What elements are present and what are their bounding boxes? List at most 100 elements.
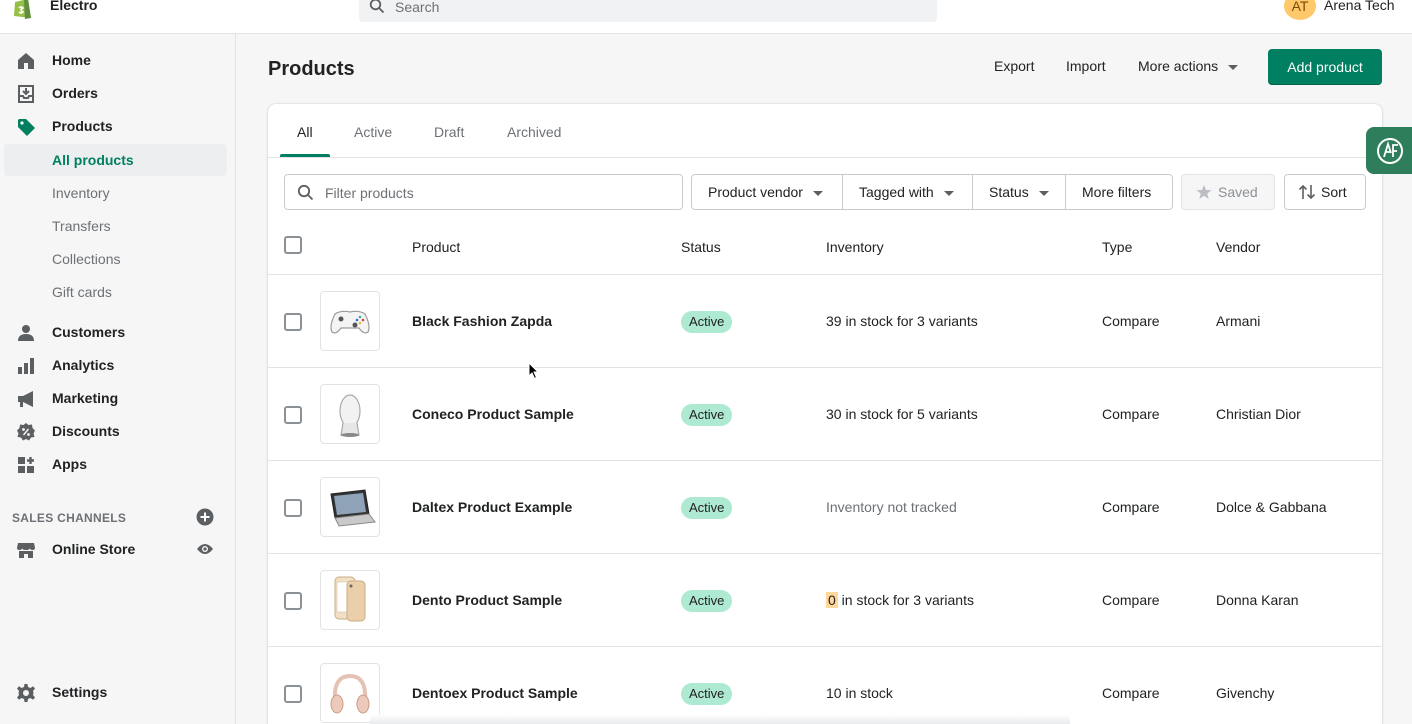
more-actions-label: More actions bbox=[1138, 58, 1219, 74]
sidebar-subitem-label: Transfers bbox=[52, 218, 111, 234]
tab-all[interactable]: All bbox=[297, 124, 313, 140]
select-all-checkbox[interactable] bbox=[284, 236, 302, 254]
product-name[interactable]: Black Fashion Zapda bbox=[412, 313, 552, 329]
tab-active[interactable]: Active bbox=[354, 124, 392, 140]
sidebar-item-gift-cards[interactable]: Gift cards bbox=[4, 276, 227, 308]
sales-channels-heading: SALES CHANNELS bbox=[12, 511, 127, 525]
sidebar-item-label: Products bbox=[52, 118, 113, 134]
filter-products-field[interactable] bbox=[284, 174, 683, 210]
table-row[interactable]: Dento Product Sample Active 0 in stock f… bbox=[268, 554, 1382, 647]
column-header-type[interactable]: Type bbox=[1102, 239, 1132, 255]
sidebar-item-label: Discounts bbox=[52, 423, 120, 439]
sidebar-item-label: Settings bbox=[52, 684, 108, 700]
inventory-text: 39 in stock for 3 variants bbox=[826, 313, 978, 329]
global-search[interactable]: Search bbox=[359, 0, 937, 22]
sidebar-item-home[interactable]: Home bbox=[0, 44, 236, 76]
sidebar-item-transfers[interactable]: Transfers bbox=[4, 210, 227, 242]
sidebar-item-all-products[interactable]: All products bbox=[4, 144, 227, 176]
status-tabs: All Active Draft Archived bbox=[268, 104, 1382, 158]
import-button[interactable]: Import bbox=[1066, 58, 1106, 74]
megaphone-icon bbox=[18, 391, 33, 407]
product-vendor-label: Product vendor bbox=[708, 184, 803, 200]
product-name[interactable]: Coneco Product Sample bbox=[412, 406, 574, 422]
product-name[interactable]: Dento Product Sample bbox=[412, 592, 562, 608]
table-header: Product Status Inventory Type Vendor bbox=[268, 224, 1382, 275]
status-filter-button[interactable]: Status bbox=[972, 174, 1066, 210]
sidebar-item-settings[interactable]: Settings bbox=[0, 676, 236, 708]
bottom-bar-shadow bbox=[370, 714, 1070, 724]
sidebar-item-marketing[interactable]: Marketing bbox=[0, 382, 236, 414]
products-card: All Active Draft Archived Product vendor… bbox=[268, 104, 1382, 724]
table-row[interactable]: Daltex Product Example Active Inventory … bbox=[268, 461, 1382, 554]
speaker-image bbox=[339, 394, 361, 437]
more-actions-button[interactable]: More actions bbox=[1138, 58, 1239, 74]
laptop-image bbox=[330, 489, 376, 527]
product-thumbnail-controller[interactable] bbox=[320, 291, 380, 351]
product-thumbnail-laptop[interactable] bbox=[320, 477, 380, 537]
sidebar-item-analytics[interactable]: Analytics bbox=[0, 349, 236, 381]
add-product-button[interactable]: Add product bbox=[1268, 49, 1382, 85]
star-icon bbox=[1196, 185, 1212, 199]
export-button[interactable]: Export bbox=[994, 58, 1034, 74]
row-checkbox[interactable] bbox=[284, 685, 302, 703]
saved-button[interactable]: Saved bbox=[1181, 174, 1275, 210]
chevron-down-icon bbox=[812, 190, 823, 196]
sidebar-item-label: Home bbox=[52, 52, 91, 68]
column-header-product[interactable]: Product bbox=[412, 239, 460, 255]
row-checkbox[interactable] bbox=[284, 592, 302, 610]
sidebar-item-inventory[interactable]: Inventory bbox=[4, 177, 227, 209]
add-sales-channel-icon[interactable] bbox=[196, 508, 214, 526]
sidebar-item-label: Analytics bbox=[52, 357, 115, 373]
eye-icon[interactable] bbox=[196, 542, 214, 556]
product-name[interactable]: Daltex Product Example bbox=[412, 499, 572, 515]
tab-selected-indicator bbox=[280, 154, 330, 157]
more-filters-button[interactable]: More filters bbox=[1065, 174, 1173, 210]
sidebar-item-label: Apps bbox=[52, 456, 87, 472]
row-checkbox[interactable] bbox=[284, 499, 302, 517]
tab-draft[interactable]: Draft bbox=[434, 124, 464, 140]
product-vendor-filter-button[interactable]: Product vendor bbox=[691, 174, 843, 210]
avatar[interactable]: AT bbox=[1284, 0, 1316, 20]
sidebar-item-products[interactable]: Products bbox=[0, 110, 236, 142]
shopify-logo-icon[interactable] bbox=[10, 0, 36, 20]
product-name[interactable]: Dentoex Product Sample bbox=[412, 685, 578, 701]
column-header-vendor[interactable]: Vendor bbox=[1216, 239, 1260, 255]
row-checkbox[interactable] bbox=[284, 313, 302, 331]
user-name[interactable]: Arena Tech bbox=[1324, 0, 1395, 13]
status-badge: Active bbox=[681, 404, 733, 426]
product-thumbnail-speaker[interactable] bbox=[320, 384, 380, 444]
inventory-text: 0 in stock for 3 variants bbox=[826, 592, 974, 608]
table-row[interactable]: Black Fashion Zapda Active 39 in stock f… bbox=[268, 275, 1382, 368]
saved-label: Saved bbox=[1218, 184, 1258, 200]
table-row[interactable]: Dentoex Product Sample Active 10 in stoc… bbox=[268, 647, 1382, 724]
person-icon bbox=[18, 325, 34, 341]
search-icon bbox=[297, 184, 314, 201]
product-thumbnail-phone[interactable] bbox=[320, 570, 380, 630]
vendor-text: Donna Karan bbox=[1216, 592, 1299, 608]
app-widget-tab[interactable] bbox=[1366, 127, 1412, 174]
store-name[interactable]: Electro bbox=[50, 0, 97, 13]
filter-products-input[interactable] bbox=[325, 183, 665, 203]
sidebar-item-customers[interactable]: Customers bbox=[0, 316, 236, 348]
tab-archived[interactable]: Archived bbox=[507, 124, 561, 140]
column-header-status[interactable]: Status bbox=[681, 239, 721, 255]
column-header-inventory[interactable]: Inventory bbox=[826, 239, 884, 255]
sort-button[interactable]: Sort bbox=[1284, 174, 1366, 210]
type-text: Compare bbox=[1102, 406, 1160, 422]
sort-label: Sort bbox=[1321, 184, 1347, 200]
inventory-text: Inventory not tracked bbox=[826, 499, 957, 515]
product-thumbnail-headphones[interactable] bbox=[320, 663, 380, 723]
chevron-down-icon bbox=[1228, 64, 1239, 70]
tagged-with-filter-button[interactable]: Tagged with bbox=[842, 174, 973, 210]
home-icon bbox=[18, 53, 34, 69]
table-row[interactable]: Coneco Product Sample Active 30 in stock… bbox=[268, 368, 1382, 461]
sidebar-item-discounts[interactable]: Discounts bbox=[0, 415, 236, 447]
af-logo-icon bbox=[1377, 138, 1403, 164]
sidebar-subitem-label: Collections bbox=[52, 251, 121, 267]
more-filters-label: More filters bbox=[1082, 184, 1152, 200]
sidebar-item-apps[interactable]: Apps bbox=[0, 448, 236, 480]
sidebar-item-collections[interactable]: Collections bbox=[4, 243, 227, 275]
sidebar-item-orders[interactable]: Orders bbox=[0, 77, 236, 109]
row-checkbox[interactable] bbox=[284, 406, 302, 424]
inventory-text: 10 in stock bbox=[826, 685, 893, 701]
